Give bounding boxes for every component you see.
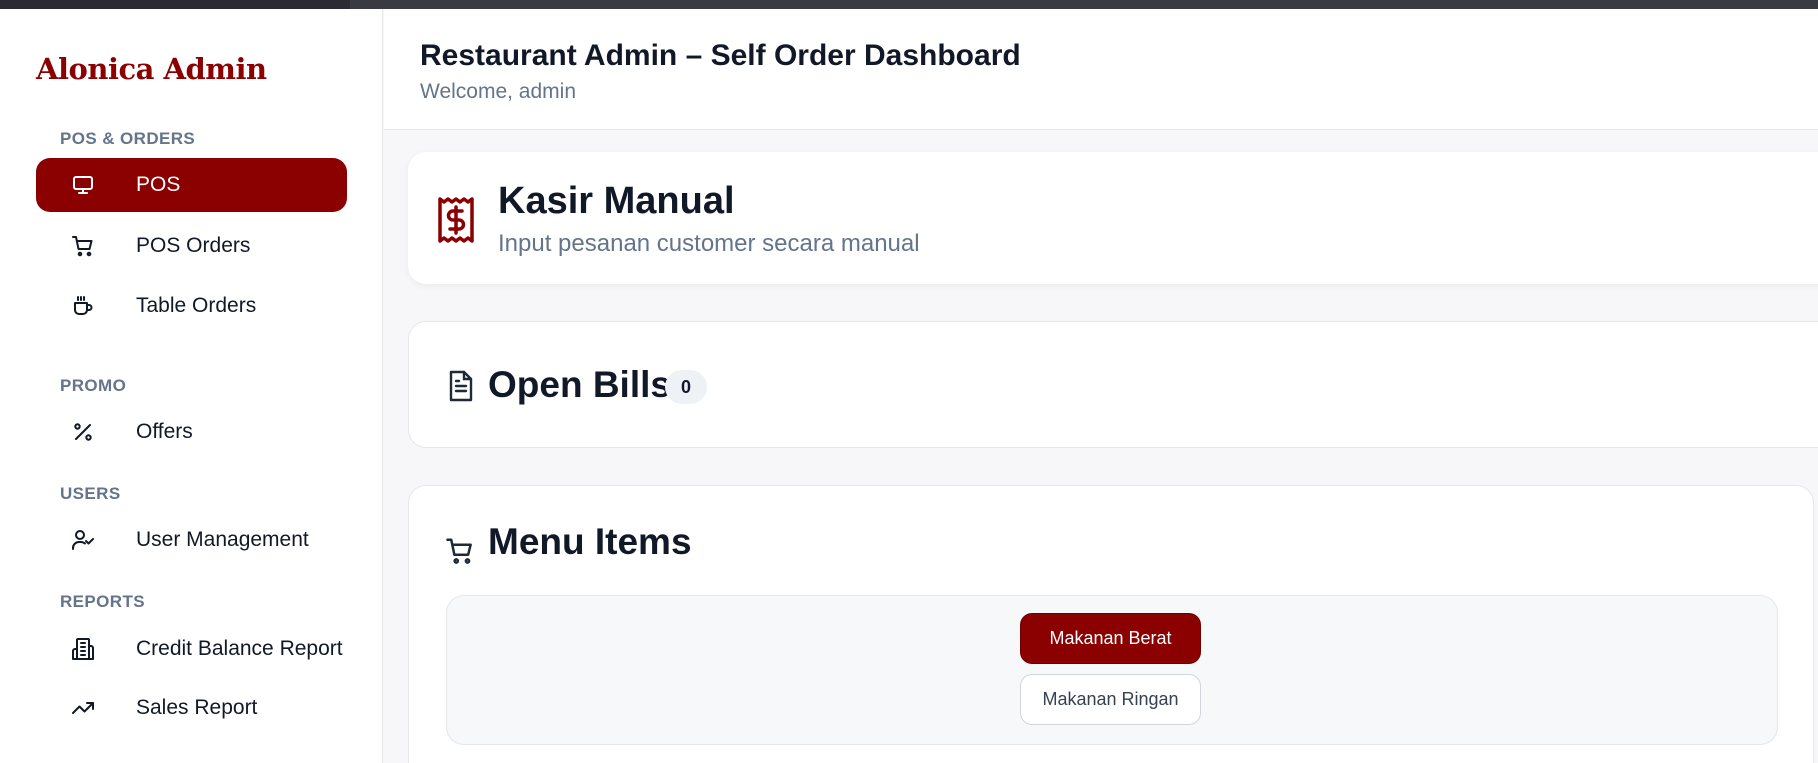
sidebar-item-table-orders[interactable]: Table Orders: [36, 279, 347, 333]
menu-items-title: Menu Items: [488, 521, 692, 562]
sidebar-item-label: Table Orders: [136, 294, 257, 317]
menu-items-card: Menu Items Makanan Berat Makanan Ringan: [408, 485, 1814, 763]
kasir-subtitle: Input pesanan customer secara manual: [498, 230, 920, 257]
receipt-icon: [438, 197, 474, 243]
sidebar-item-label: POS Orders: [136, 234, 251, 257]
brand-logo: Alonica Admin: [36, 52, 267, 86]
welcome-text: Welcome, admin: [420, 80, 577, 103]
section-users: USERS: [60, 484, 121, 503]
monitor-icon: [70, 172, 96, 198]
trending-up-icon: [70, 695, 96, 721]
sidebar-item-label: User Management: [136, 528, 309, 551]
sidebar-item-pos-orders[interactable]: POS Orders: [36, 219, 347, 273]
open-bills-title: Open Bills: [488, 364, 671, 405]
user-check-icon: [70, 527, 96, 553]
category-makanan-berat-button[interactable]: Makanan Berat: [1020, 613, 1201, 664]
building-icon: [70, 636, 96, 662]
sidebar-item-label: Offers: [136, 420, 193, 443]
sidebar-item-label: Sales Report: [136, 696, 258, 719]
kasir-title: Kasir Manual: [498, 180, 735, 222]
open-bills-card: Open Bills 0: [408, 321, 1818, 448]
sidebar-item-user-management[interactable]: User Management: [36, 513, 347, 567]
cart-icon: [446, 538, 472, 564]
window-top-strip-inner: [350, 0, 1818, 9]
sidebar-item-sales-report[interactable]: Sales Report: [36, 681, 347, 735]
section-promo: PROMO: [60, 376, 127, 395]
open-bills-count-badge: 0: [665, 370, 707, 404]
page-title: Restaurant Admin – Self Order Dashboard: [420, 39, 1021, 72]
sidebar-item-pos[interactable]: POS: [36, 158, 347, 212]
sidebar-item-label: POS: [136, 173, 181, 196]
category-makanan-ringan-button[interactable]: Makanan Ringan: [1020, 674, 1201, 725]
kasir-manual-card: Kasir Manual Input pesanan customer seca…: [408, 152, 1818, 284]
window-top-strip: [0, 0, 1818, 9]
percent-icon: [70, 419, 96, 445]
cart-icon: [70, 233, 96, 259]
category-filter-panel: Makanan Berat Makanan Ringan: [446, 595, 1778, 745]
sidebar-item-offers[interactable]: Offers: [36, 405, 347, 459]
section-pos-orders: POS & ORDERS: [60, 129, 196, 148]
sidebar-item-label: Credit Balance Report: [136, 637, 343, 660]
document-icon: [449, 370, 473, 402]
page-header: Restaurant Admin – Self Order Dashboard …: [384, 9, 1818, 130]
section-reports: REPORTS: [60, 592, 145, 611]
coffee-cup-icon: [70, 293, 96, 319]
sidebar-item-credit-balance-report[interactable]: Credit Balance Report: [36, 622, 347, 676]
sidebar: Alonica Admin POS & ORDERS POS POS Order…: [0, 9, 383, 763]
